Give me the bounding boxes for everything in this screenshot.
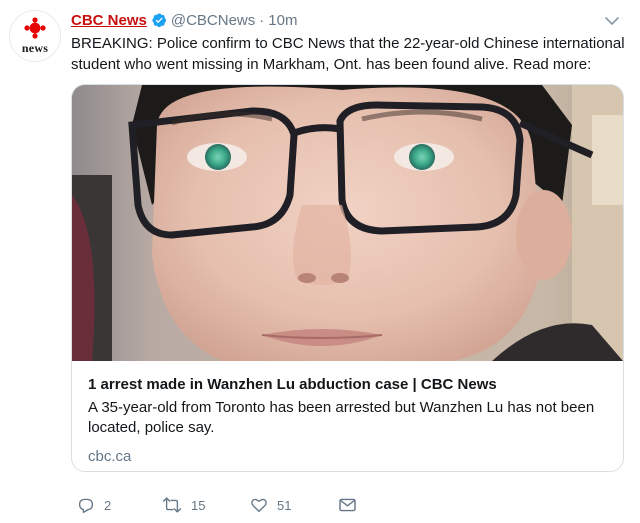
card-image[interactable] — [72, 85, 623, 361]
card-domain: cbc.ca — [88, 448, 132, 465]
cbc-gem-logo-icon — [24, 17, 46, 39]
reply-button[interactable]: 2 — [77, 495, 111, 515]
direct-message-button[interactable] — [338, 495, 357, 515]
avatar-label: news — [21, 41, 49, 55]
card-description: A 35-year-old from Toronto has been arre… — [88, 399, 595, 436]
avatar[interactable]: news — [9, 10, 61, 62]
user-handle[interactable]: @CBCNews — [171, 12, 255, 29]
heart-icon — [251, 498, 267, 513]
retweet-button[interactable]: 15 — [162, 495, 205, 515]
tweet[interactable]: news CBC News @CBCNews · 10m BREAKING: P… — [0, 0, 640, 523]
display-name[interactable]: CBC News — [71, 12, 147, 29]
retweet-count: 15 — [191, 497, 206, 513]
card-text: 1 arrest made in Wanzhen Lu abduction ca… — [88, 375, 608, 467]
card-title[interactable]: 1 arrest made in Wanzhen Lu abduction ca… — [88, 375, 608, 395]
link-card[interactable]: 1 arrest made in Wanzhen Lu abduction ca… — [71, 84, 624, 472]
article-photo — [72, 85, 623, 361]
separator-dot: · — [259, 11, 265, 29]
reply-icon — [78, 498, 94, 514]
verified-badge-icon — [151, 12, 167, 28]
chevron-down-icon[interactable] — [604, 14, 620, 26]
reply-count: 2 — [104, 497, 112, 513]
tweet-text: BREAKING: Police confirm to CBC News tha… — [71, 35, 625, 73]
like-count: 51 — [277, 497, 292, 513]
timestamp[interactable]: 10m — [268, 12, 297, 29]
like-button[interactable]: 51 — [250, 495, 291, 515]
retweet-icon — [162, 497, 182, 513]
tweet-header: CBC News @CBCNews · 10m — [71, 10, 297, 30]
direct-message-icon — [339, 498, 356, 512]
